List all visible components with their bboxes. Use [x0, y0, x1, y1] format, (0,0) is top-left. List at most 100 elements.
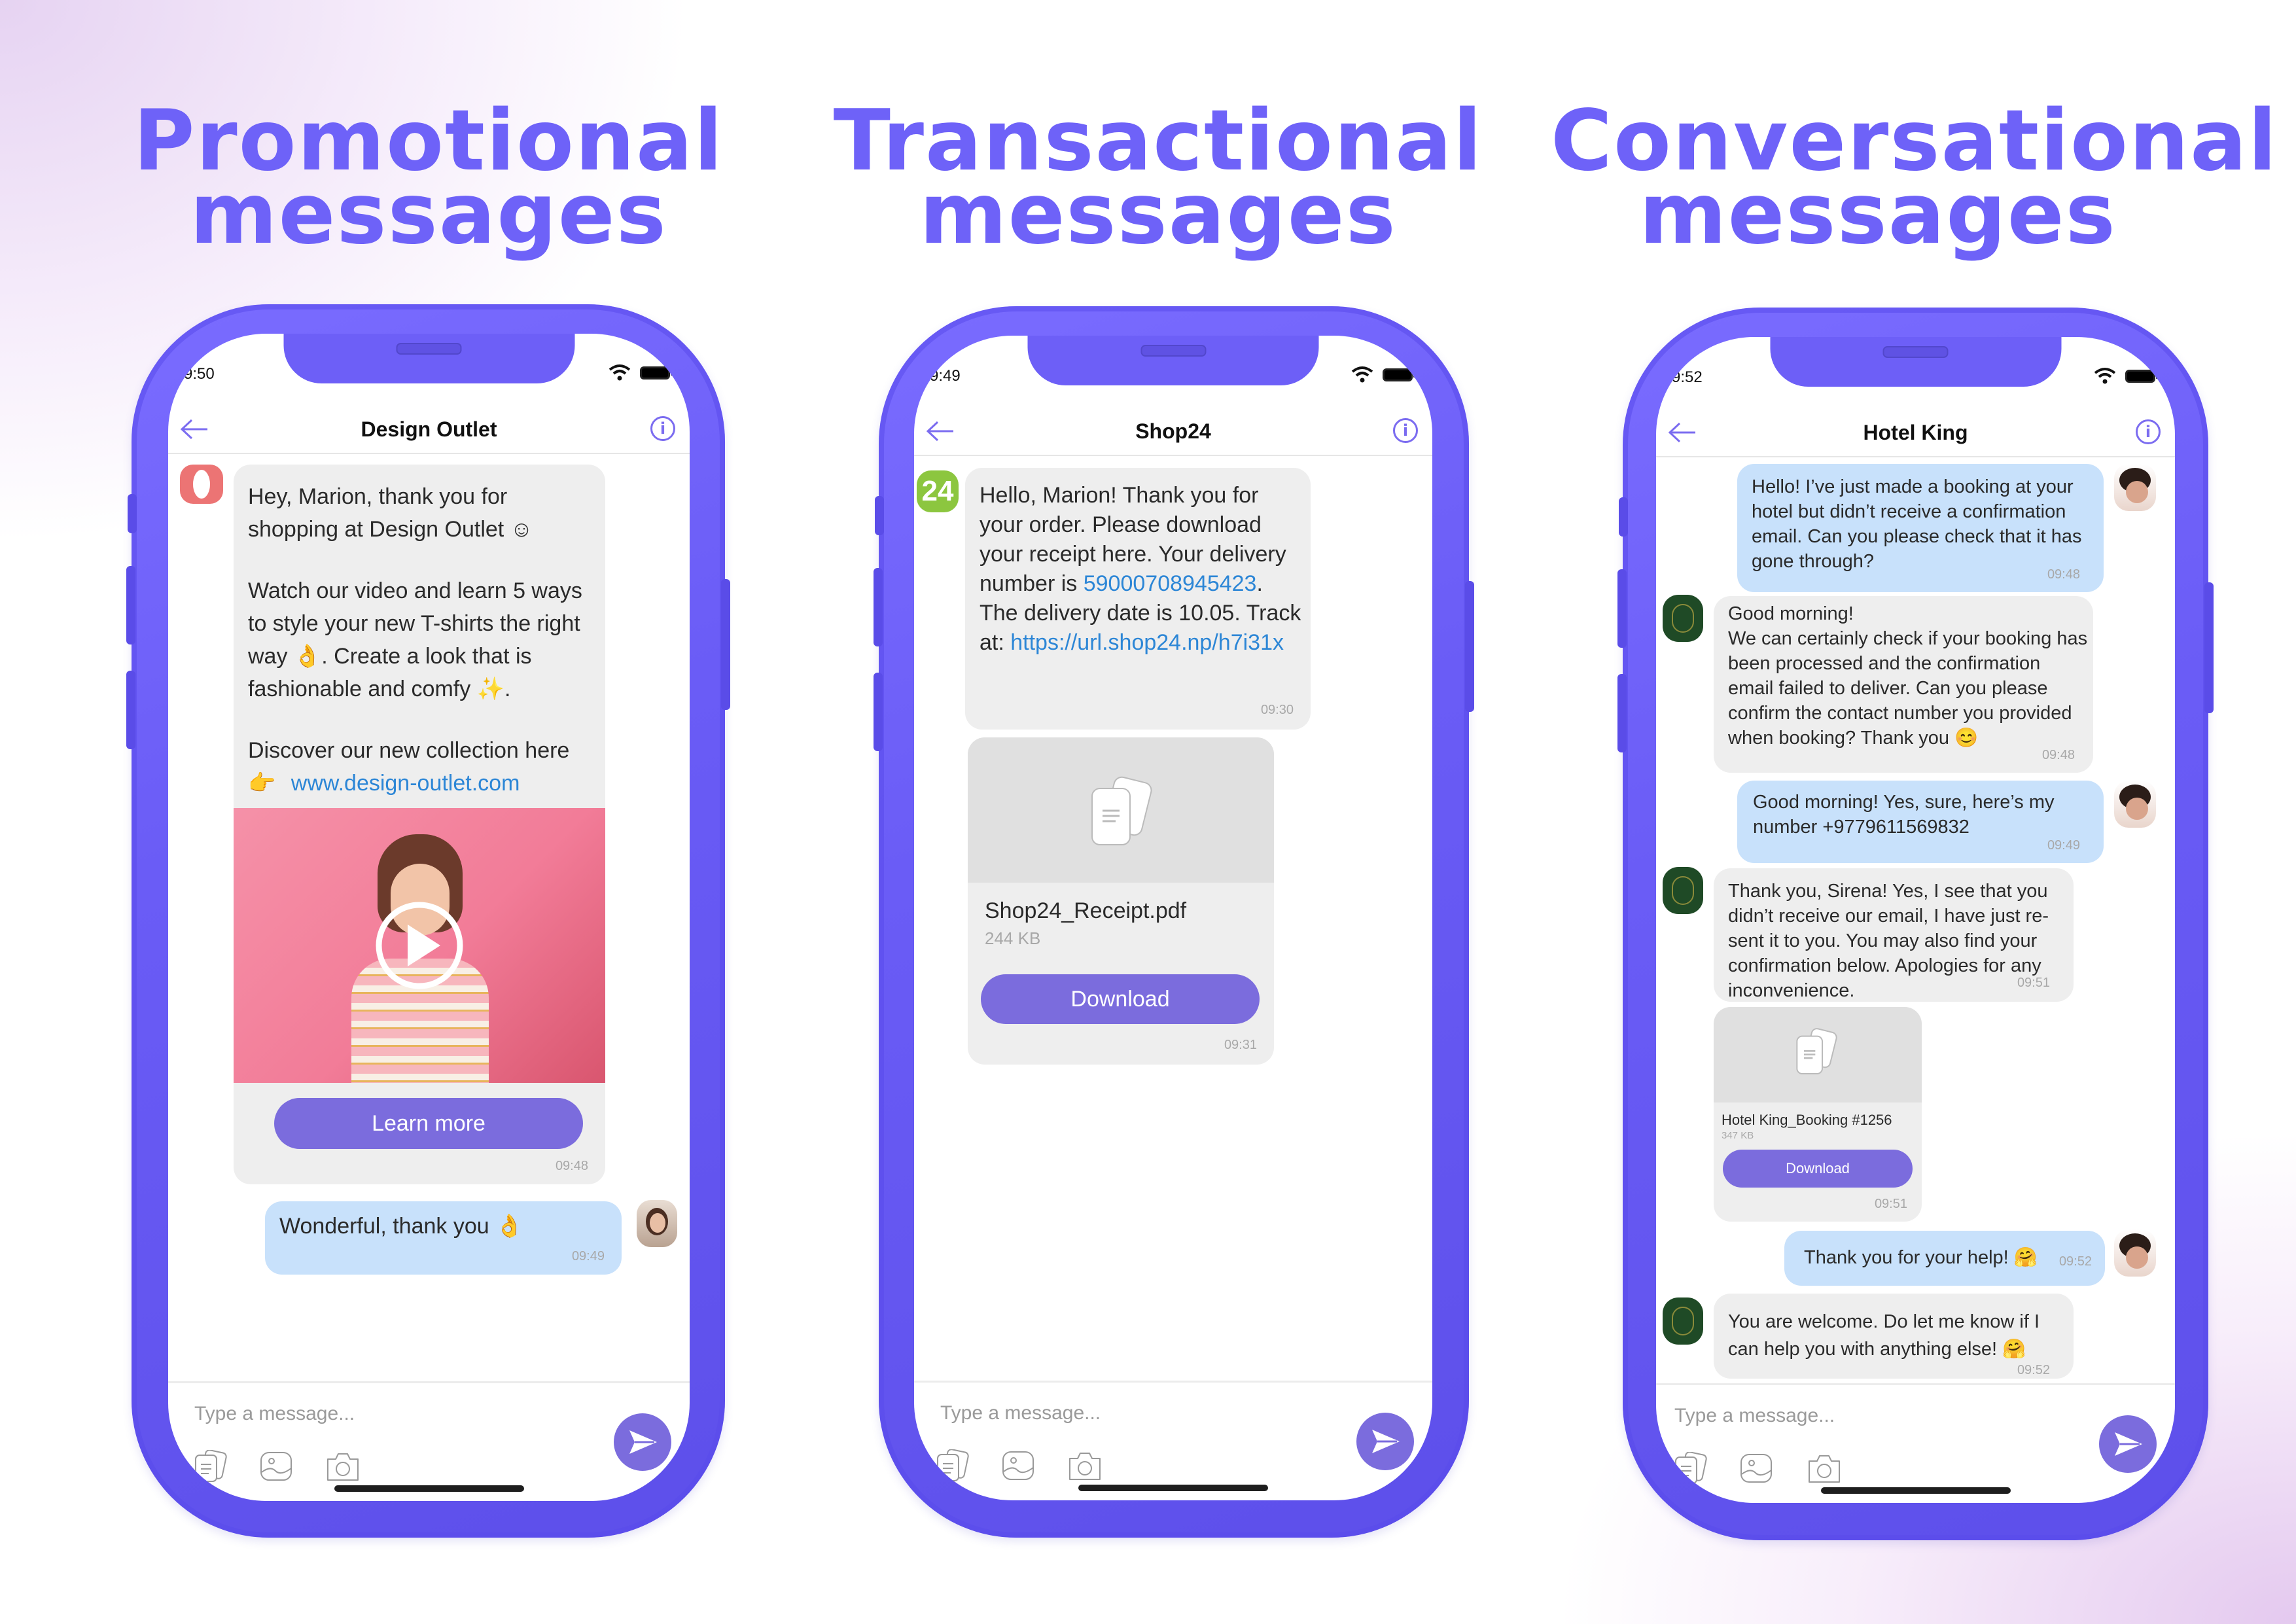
file-size: 347 KB: [1722, 1130, 1754, 1141]
delivery-number-link[interactable]: 59000708945423: [1084, 571, 1257, 596]
reply-text: Wonderful, thank you 👌: [279, 1214, 523, 1239]
message-time: 09:49: [571, 1249, 605, 1263]
speaker: [396, 343, 462, 355]
message-text: Thank you for your help! 🤗: [1804, 1247, 2038, 1268]
battery-icon: [2125, 370, 2158, 383]
download-button[interactable]: Download: [981, 974, 1260, 1024]
send-icon: [1372, 1430, 1400, 1453]
heading-transactional: Transactional messages: [831, 99, 1485, 263]
message-bubble-incoming: Thank you, Sirena! Yes, I see that you d…: [1714, 868, 2074, 1002]
message-text: Thank you, Sirena! Yes, I see that you d…: [1728, 881, 2049, 1001]
battery-icon: [640, 366, 673, 380]
status-time: 9:52: [1672, 368, 1703, 386]
notch: [283, 334, 574, 383]
notch: [1770, 337, 2061, 387]
heading-conversational: Conversational messages: [1551, 99, 2276, 263]
chat-title: Shop24: [1135, 419, 1211, 443]
screen: 9:49 Shop24 i 24 Hello, Marion! Thank yo…: [914, 336, 1432, 1500]
heading-line2: messages: [919, 166, 1397, 263]
promo-paragraph: Watch our video and learn 5 ways to styl…: [248, 578, 582, 701]
chat-header: Shop24 i: [914, 408, 1432, 456]
file-name: Shop24_Receipt.pdf: [985, 898, 1187, 923]
side-button: [128, 494, 137, 533]
document-icon: [1796, 1028, 1837, 1074]
notch: [1027, 336, 1319, 385]
info-icon[interactable]: i: [650, 416, 675, 441]
gallery-icon[interactable]: [1739, 1452, 1774, 1485]
receipt-bubble: Hello, Marion! Thank you for your order.…: [965, 468, 1311, 730]
message-text: You are welcome. Do let me know if I can…: [1728, 1311, 2040, 1360]
message-time: 09:51: [2017, 976, 2050, 990]
heading-line2: messages: [190, 166, 667, 263]
promo-paragraph: Hey, Marion, thank you for shopping at D…: [248, 484, 533, 542]
message-bubble-incoming: Good morning! We can certainly check if …: [1714, 596, 2093, 773]
side-button: [126, 671, 135, 749]
message-list[interactable]: 24 Hello, Marion! Thank you for your ord…: [914, 456, 1432, 1383]
user-avatar: [2114, 781, 2156, 828]
info-icon[interactable]: i: [1393, 418, 1418, 443]
play-icon[interactable]: [374, 900, 465, 991]
message-text: Good morning! We can certainly check if …: [1728, 603, 2088, 749]
document-icon[interactable]: [1673, 1452, 1708, 1485]
send-button[interactable]: [614, 1413, 671, 1471]
message-time: 09:52: [2017, 1363, 2050, 1377]
side-button: [1617, 569, 1627, 648]
gallery-icon[interactable]: [1000, 1449, 1036, 1482]
message-bubble-incoming: You are welcome. Do let me know if I can…: [1714, 1294, 2074, 1379]
promo-paragraph: Discover our new collection here: [248, 738, 570, 763]
side-button: [2204, 582, 2214, 713]
phone-promotional: 9:50 Design Outlet i Hey, Marion, thank …: [126, 304, 730, 1538]
wifi-icon: [2094, 368, 2116, 384]
hotel-avatar: [1663, 595, 1703, 642]
pointing-hand-icon: 👉: [248, 770, 276, 796]
send-button[interactable]: [2099, 1415, 2157, 1473]
side-button: [1619, 497, 1628, 537]
message-time: 09:31: [1224, 1038, 1257, 1052]
send-button[interactable]: [1356, 1413, 1414, 1470]
side-button: [875, 496, 884, 535]
learn-more-button[interactable]: Learn more: [274, 1098, 583, 1149]
message-bubble-outgoing: Good morning! Yes, sure, here’s my numbe…: [1737, 781, 2104, 863]
camera-icon[interactable]: [325, 1450, 361, 1483]
download-button[interactable]: Download: [1723, 1150, 1913, 1188]
status-time: 9:50: [184, 365, 215, 383]
chat-title: Design Outlet: [361, 417, 497, 441]
document-icon: [1091, 776, 1152, 845]
message-time: 09:48: [2041, 748, 2075, 762]
reply-bubble: Wonderful, thank you 👌 09:49: [265, 1201, 622, 1275]
video-thumbnail[interactable]: [234, 808, 605, 1083]
message-input[interactable]: Type a message...: [194, 1403, 355, 1425]
info-icon[interactable]: i: [2136, 419, 2161, 444]
speaker: [1882, 346, 1949, 358]
side-button: [1465, 581, 1474, 712]
message-time: 09:51: [1874, 1197, 1907, 1211]
message-input[interactable]: Type a message...: [940, 1402, 1101, 1424]
message-text: Good morning! Yes, sure, here’s my numbe…: [1753, 792, 2055, 838]
file-bubble: Shop24_Receipt.pdf 244 KB Download 09:31: [968, 737, 1274, 1065]
heading-promotional: Promotional messages: [101, 99, 756, 263]
message-list[interactable]: Hey, Marion, thank you for shopping at D…: [168, 454, 690, 1383]
battery-icon: [1383, 368, 1415, 381]
file-size: 244 KB: [985, 928, 1041, 948]
message-list[interactable]: Hello! I’ve just made a booking at your …: [1656, 457, 2175, 1385]
side-button: [126, 566, 135, 644]
track-link[interactable]: https://url.shop24.np/h7i31x: [1010, 630, 1284, 655]
user-avatar: [2114, 464, 2156, 511]
heading-line2: messages: [1639, 166, 2117, 263]
document-icon[interactable]: [193, 1450, 228, 1483]
message-input[interactable]: Type a message...: [1674, 1405, 1835, 1427]
file-preview: [1714, 1007, 1922, 1103]
gallery-icon[interactable]: [258, 1450, 294, 1483]
sender-avatar: [180, 465, 223, 504]
side-button: [1617, 674, 1627, 752]
hotel-avatar: [1663, 1297, 1703, 1345]
message-text: Hello! I’ve just made a booking at your …: [1752, 476, 2082, 572]
document-icon[interactable]: [935, 1449, 970, 1482]
camera-icon[interactable]: [1067, 1449, 1103, 1482]
promo-link[interactable]: www.design-outlet.com: [291, 771, 520, 796]
composer: Type a message...: [1656, 1383, 2175, 1503]
side-button: [874, 673, 883, 751]
wifi-icon: [609, 364, 631, 381]
message-time: 09:48: [555, 1159, 588, 1173]
camera-icon[interactable]: [1807, 1452, 1842, 1485]
